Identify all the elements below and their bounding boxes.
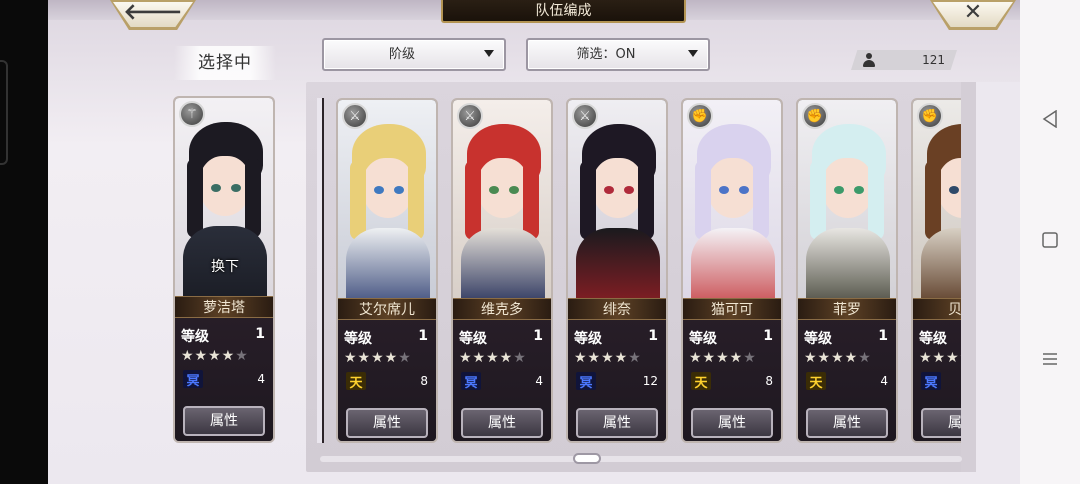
level-value: 1 <box>878 328 888 344</box>
star-rating: ★★★★★ <box>459 350 527 366</box>
character-portrait: 换下 <box>175 98 273 296</box>
rank-badge: 冥 <box>921 372 941 391</box>
character-name: 萝洁塔 <box>175 296 273 318</box>
character-card[interactable]: ⚔ 维克多 等级 1 ★★★★★ 冥 4 属性 <box>451 98 553 443</box>
star-rating: ★★★★★ <box>804 350 872 366</box>
user-icon <box>863 53 875 67</box>
device-nav-bar <box>1020 0 1080 484</box>
sword-icon: ⚔ <box>457 103 483 129</box>
rank-badge: 冥 <box>183 370 203 389</box>
level-label: 等级 <box>804 331 832 347</box>
character-portrait <box>338 100 436 298</box>
device-left-bezel <box>0 0 48 484</box>
back-button[interactable]: 🡐 <box>110 0 196 30</box>
rank-badge: 天 <box>691 372 711 391</box>
close-icon: ✕ <box>963 0 983 25</box>
team-formation-screen: 🡐 队伍编成 ✕ 选择中 阶级 筛选：ON 121 换下 ⚚ 萝洁塔 等级 1 … <box>48 0 1020 484</box>
rank-badge: 天 <box>346 372 366 391</box>
katana-icon: ⚔ <box>572 103 598 129</box>
swap-out-label: 换下 <box>211 259 239 275</box>
character-portrait <box>798 100 896 298</box>
rank-badge: 冥 <box>576 372 596 391</box>
selected-character-card[interactable]: 换下 ⚚ 萝洁塔 等级 1 ★★★★★ 冥 4 属性 <box>173 96 275 443</box>
star-rating: ★★★★★ <box>574 350 642 366</box>
level-label: 等级 <box>574 331 602 347</box>
level-value: 1 <box>418 328 428 344</box>
close-button[interactable]: ✕ <box>930 0 1016 30</box>
star-rating: ★★★★★ <box>181 348 249 364</box>
character-count-badge: 121 <box>851 50 957 70</box>
level-label: 等级 <box>689 331 717 347</box>
level-value: 1 <box>255 326 265 342</box>
character-name: 维克多 <box>453 298 551 320</box>
character-card[interactable]: ✊ 猫可可 等级 1 ★★★★★ 天 8 属性 <box>681 98 783 443</box>
attributes-button[interactable]: 属性 <box>691 408 773 438</box>
level-label: 等级 <box>344 331 372 347</box>
attributes-button[interactable]: 属性 <box>806 408 888 438</box>
rank-sort-dropdown[interactable]: 阶级 <box>322 38 506 71</box>
character-card[interactable]: ⚔ 艾尔席儿 等级 1 ★★★★★ 天 8 属性 <box>336 98 438 443</box>
character-name: 猫可可 <box>683 298 781 320</box>
spear-icon: ⚚ <box>179 101 205 127</box>
scrollbar-thumb[interactable] <box>573 453 601 464</box>
attributes-button[interactable]: 属性 <box>183 406 265 436</box>
level-label: 等级 <box>919 331 947 347</box>
cost-value: 4 <box>257 372 265 386</box>
level-value: 1 <box>648 328 658 344</box>
device-notch <box>0 60 8 165</box>
level-value: 1 <box>533 328 543 344</box>
menu-lines-icon[interactable] <box>1038 347 1062 371</box>
character-portrait <box>683 100 781 298</box>
filter-dropdown[interactable]: 筛选：ON <box>526 38 710 71</box>
character-portrait <box>453 100 551 298</box>
character-name: 绯奈 <box>568 298 666 320</box>
character-name: 菲罗 <box>798 298 896 320</box>
cost-value: 8 <box>765 374 773 388</box>
selecting-label: 选择中 <box>174 46 276 80</box>
list-right-edge <box>961 82 976 472</box>
attributes-button[interactable]: 属性 <box>346 408 428 438</box>
rank-sort-label: 阶级 <box>388 47 415 62</box>
star-rating: ★★★★★ <box>689 350 757 366</box>
back-triangle-icon[interactable] <box>1038 107 1062 131</box>
chevron-down-icon <box>484 50 494 57</box>
horizontal-scrollbar[interactable] <box>320 456 962 462</box>
rank-badge: 天 <box>806 372 826 391</box>
home-square-icon[interactable] <box>1038 228 1062 252</box>
attributes-button[interactable]: 属性 <box>461 408 543 438</box>
fist-icon: ✊ <box>917 103 943 129</box>
back-arrow-icon: 🡐 <box>123 0 183 25</box>
fist-icon: ✊ <box>687 103 713 129</box>
cost-value: 4 <box>535 374 543 388</box>
character-count: 121 <box>922 53 945 67</box>
character-card[interactable]: ✊ 菲罗 等级 1 ★★★★★ 天 4 属性 <box>796 98 898 443</box>
sword-icon: ⚔ <box>342 103 368 129</box>
cost-value: 4 <box>880 374 888 388</box>
character-name: 艾尔席儿 <box>338 298 436 320</box>
list-left-edge <box>317 98 324 443</box>
attributes-button[interactable]: 属性 <box>576 408 658 438</box>
fist-icon: ✊ <box>802 103 828 129</box>
level-label: 等级 <box>459 331 487 347</box>
character-portrait <box>568 100 666 298</box>
level-label: 等级 <box>181 329 209 345</box>
star-rating: ★★★★★ <box>344 350 412 366</box>
chevron-down-icon <box>688 50 698 57</box>
level-value: 1 <box>763 328 773 344</box>
cost-value: 12 <box>642 374 658 388</box>
cost-value: 8 <box>420 374 428 388</box>
rank-badge: 冥 <box>461 372 481 391</box>
character-card[interactable]: ⚔ 绯奈 等级 1 ★★★★★ 冥 12 属性 <box>566 98 668 443</box>
filter-label: 筛选：ON <box>576 47 636 62</box>
page-title: 队伍编成 <box>441 0 686 23</box>
